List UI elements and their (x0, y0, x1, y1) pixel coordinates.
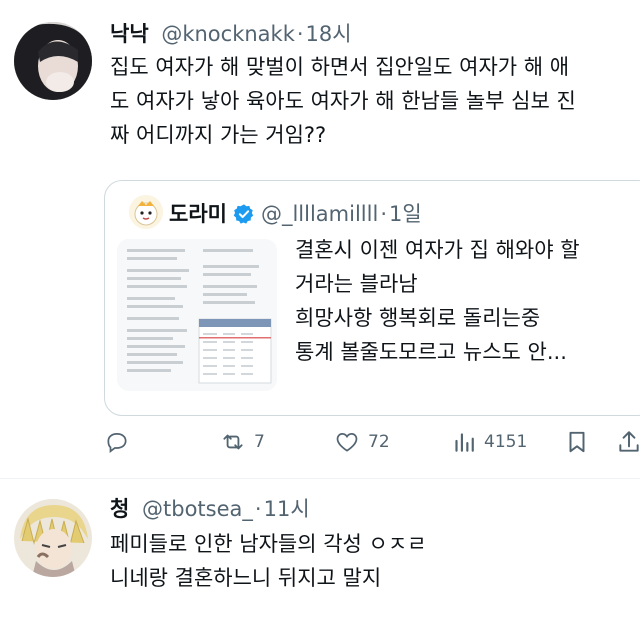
tweet-header: 낙낙 @knocknakk·18시 (110, 20, 352, 48)
view-count: 4151 (484, 432, 528, 452)
like-count: 72 (368, 432, 390, 452)
avatar-anime-character-icon (14, 499, 92, 577)
reply-button[interactable] (104, 426, 138, 458)
reply-icon (107, 433, 127, 453)
views-button[interactable]: 4151 (450, 426, 527, 458)
quoted-timestamp[interactable]: 1일 (389, 202, 422, 226)
quoted-tweet-text: 결혼시 이젠 여자가 집 해와야 할 거라는 블라남 희망사항 행복회로 돌리는… (295, 238, 580, 364)
user-handle[interactable]: @knocknakk (161, 22, 295, 46)
quoted-tweet[interactable]: 도라미 @_llllamillll·1일 결혼시 이젠 여자가 집 해와야 할 … (104, 180, 640, 416)
separator-dot: · (296, 22, 304, 46)
quoted-avatar-face-icon (129, 195, 163, 229)
tweet-text: 집도 여자가 해 맞벌이 하면서 집안일도 여자가 해 애 도 여자가 낳아 육… (110, 55, 576, 147)
retweet-count: 7 (254, 432, 265, 452)
quoted-avatar[interactable] (129, 195, 163, 229)
display-name[interactable]: 청 (110, 497, 129, 521)
quoted-attached-image[interactable] (117, 239, 277, 391)
timestamp[interactable]: 18시 (306, 22, 352, 46)
quoted-separator-dot: · (380, 202, 387, 226)
user-handle[interactable]: @tbotsea_ (142, 497, 253, 521)
views-bar-chart-icon (455, 433, 474, 452)
display-name[interactable]: 낙낙 (110, 22, 149, 46)
share-button[interactable] (616, 426, 640, 458)
bookmark-button[interactable] (564, 426, 590, 458)
tweet-tbotsea[interactable]: 청 @tbotsea_·11시 페미들로 인한 남자들의 각성 ㅇㅈㄹ 니네랑 … (0, 479, 640, 622)
timestamp[interactable]: 11시 (264, 497, 310, 521)
bookmark-icon (569, 431, 585, 453)
tweet-header: 청 @tbotsea_·11시 (110, 495, 310, 523)
avatar-tbotsea[interactable] (14, 499, 92, 577)
avatar-portrait-icon (14, 22, 92, 100)
tweet-action-bar: 7 72 4151 (104, 420, 640, 464)
tweet-knocknakk[interactable]: 낙낙 @knocknakk·18시 집도 여자가 해 맞벌이 하면서 집안일도 … (0, 0, 640, 478)
tweet-text: 페미들로 인한 남자들의 각성 ㅇㅈㄹ 니네랑 결혼하느니 뒤지고 말지 (110, 532, 427, 590)
quoted-tweet-header: 도라미 @_llllamillll·1일 (129, 195, 422, 231)
avatar-knocknakk[interactable] (14, 22, 92, 100)
quoted-user-handle[interactable]: @_llllamillll (261, 202, 378, 226)
heart-icon (336, 433, 358, 452)
retweet-icon (223, 434, 243, 450)
verified-badge-icon (233, 201, 255, 224)
document-screenshot-thumbnail (117, 239, 277, 391)
separator-dot: · (254, 497, 262, 521)
like-button[interactable]: 72 (334, 426, 390, 458)
quoted-display-name[interactable]: 도라미 (169, 202, 227, 226)
share-icon (619, 431, 639, 452)
retweet-button[interactable]: 7 (220, 426, 265, 458)
